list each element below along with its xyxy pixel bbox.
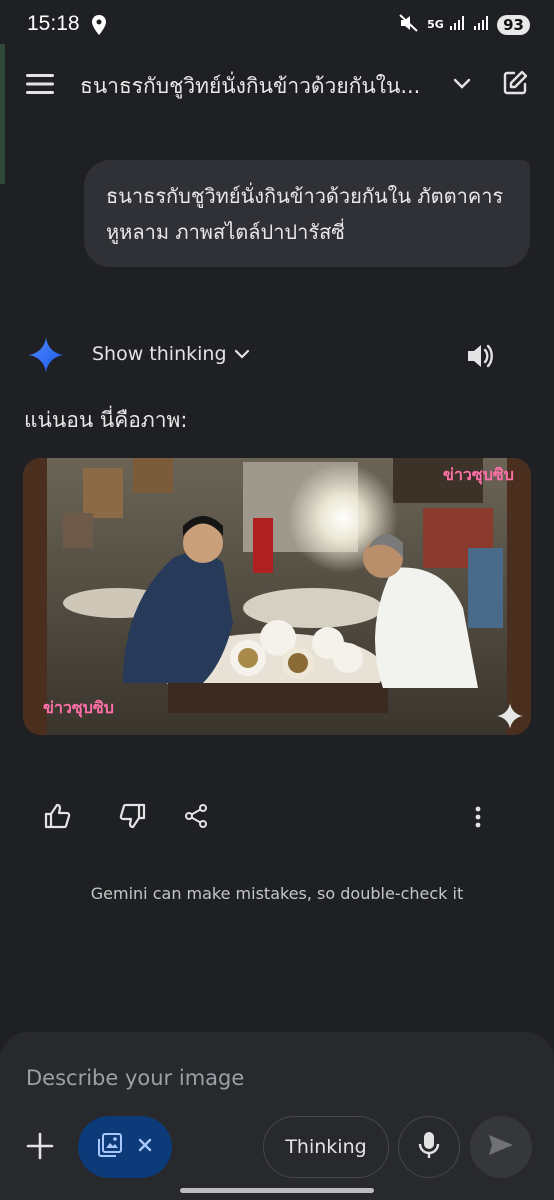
watermark-bottom: ข่าวซุบซิบ [43,698,114,718]
thumbs-up-icon[interactable] [40,798,76,834]
response-text: แน่นอน นี่คือภาพ: [24,408,188,432]
signal-icon-2 [473,15,489,35]
restaurant-photo: ข่าวซุบซิบ ข่าวซุบซิบ [23,458,531,735]
thinking-mode-button[interactable]: Thinking [263,1116,389,1178]
edge-strip [0,44,5,184]
composer-panel [0,1032,554,1200]
disclaimer-text: Gemini can make mistakes, so double-chec… [90,884,464,903]
user-prompt-bubble: ธนาธรกับชูวิทย์นั่งกินข้าวด้วยกันใน ภัตต… [84,160,530,267]
microphone-button[interactable] [398,1116,460,1178]
battery-indicator: 93 [497,15,530,35]
send-icon [488,1134,514,1160]
close-icon[interactable] [137,1137,153,1157]
image-tool-chip[interactable] [78,1116,172,1178]
prompt-input[interactable]: Describe your image [26,1066,244,1090]
thumbs-down-icon[interactable] [114,798,150,834]
menu-icon[interactable] [20,64,60,104]
home-indicator [180,1188,374,1193]
gemini-spark-icon [28,337,64,377]
share-icon[interactable] [178,798,214,834]
microphone-icon [418,1131,440,1163]
add-icon[interactable] [20,1126,60,1166]
mute-icon [399,14,419,36]
watermark-top: ข่าวซุบซิบ [443,465,514,485]
image-generate-icon [97,1132,123,1162]
show-thinking-toggle[interactable]: Show thinking [92,343,227,365]
chevron-down-icon[interactable] [448,66,476,102]
speaker-icon[interactable] [462,338,498,374]
status-time: 15:18 [27,12,80,35]
network-label: 5G [427,18,444,31]
status-icons: 5G 93 [399,14,530,36]
response-actions [40,798,214,834]
generated-image[interactable]: ข่าวซุบซิบ ข่าวซุบซิบ [23,458,531,735]
signal-icon [449,15,465,35]
conversation-title[interactable]: ธนาธรกับชูวิทย์นั่งกินข้าวด้วยกันใน... [80,70,445,103]
location-icon [92,15,106,39]
new-chat-icon[interactable] [498,66,532,100]
expand-chevron-icon[interactable] [232,344,252,364]
more-options-icon[interactable] [466,800,490,834]
send-button[interactable] [470,1116,532,1178]
